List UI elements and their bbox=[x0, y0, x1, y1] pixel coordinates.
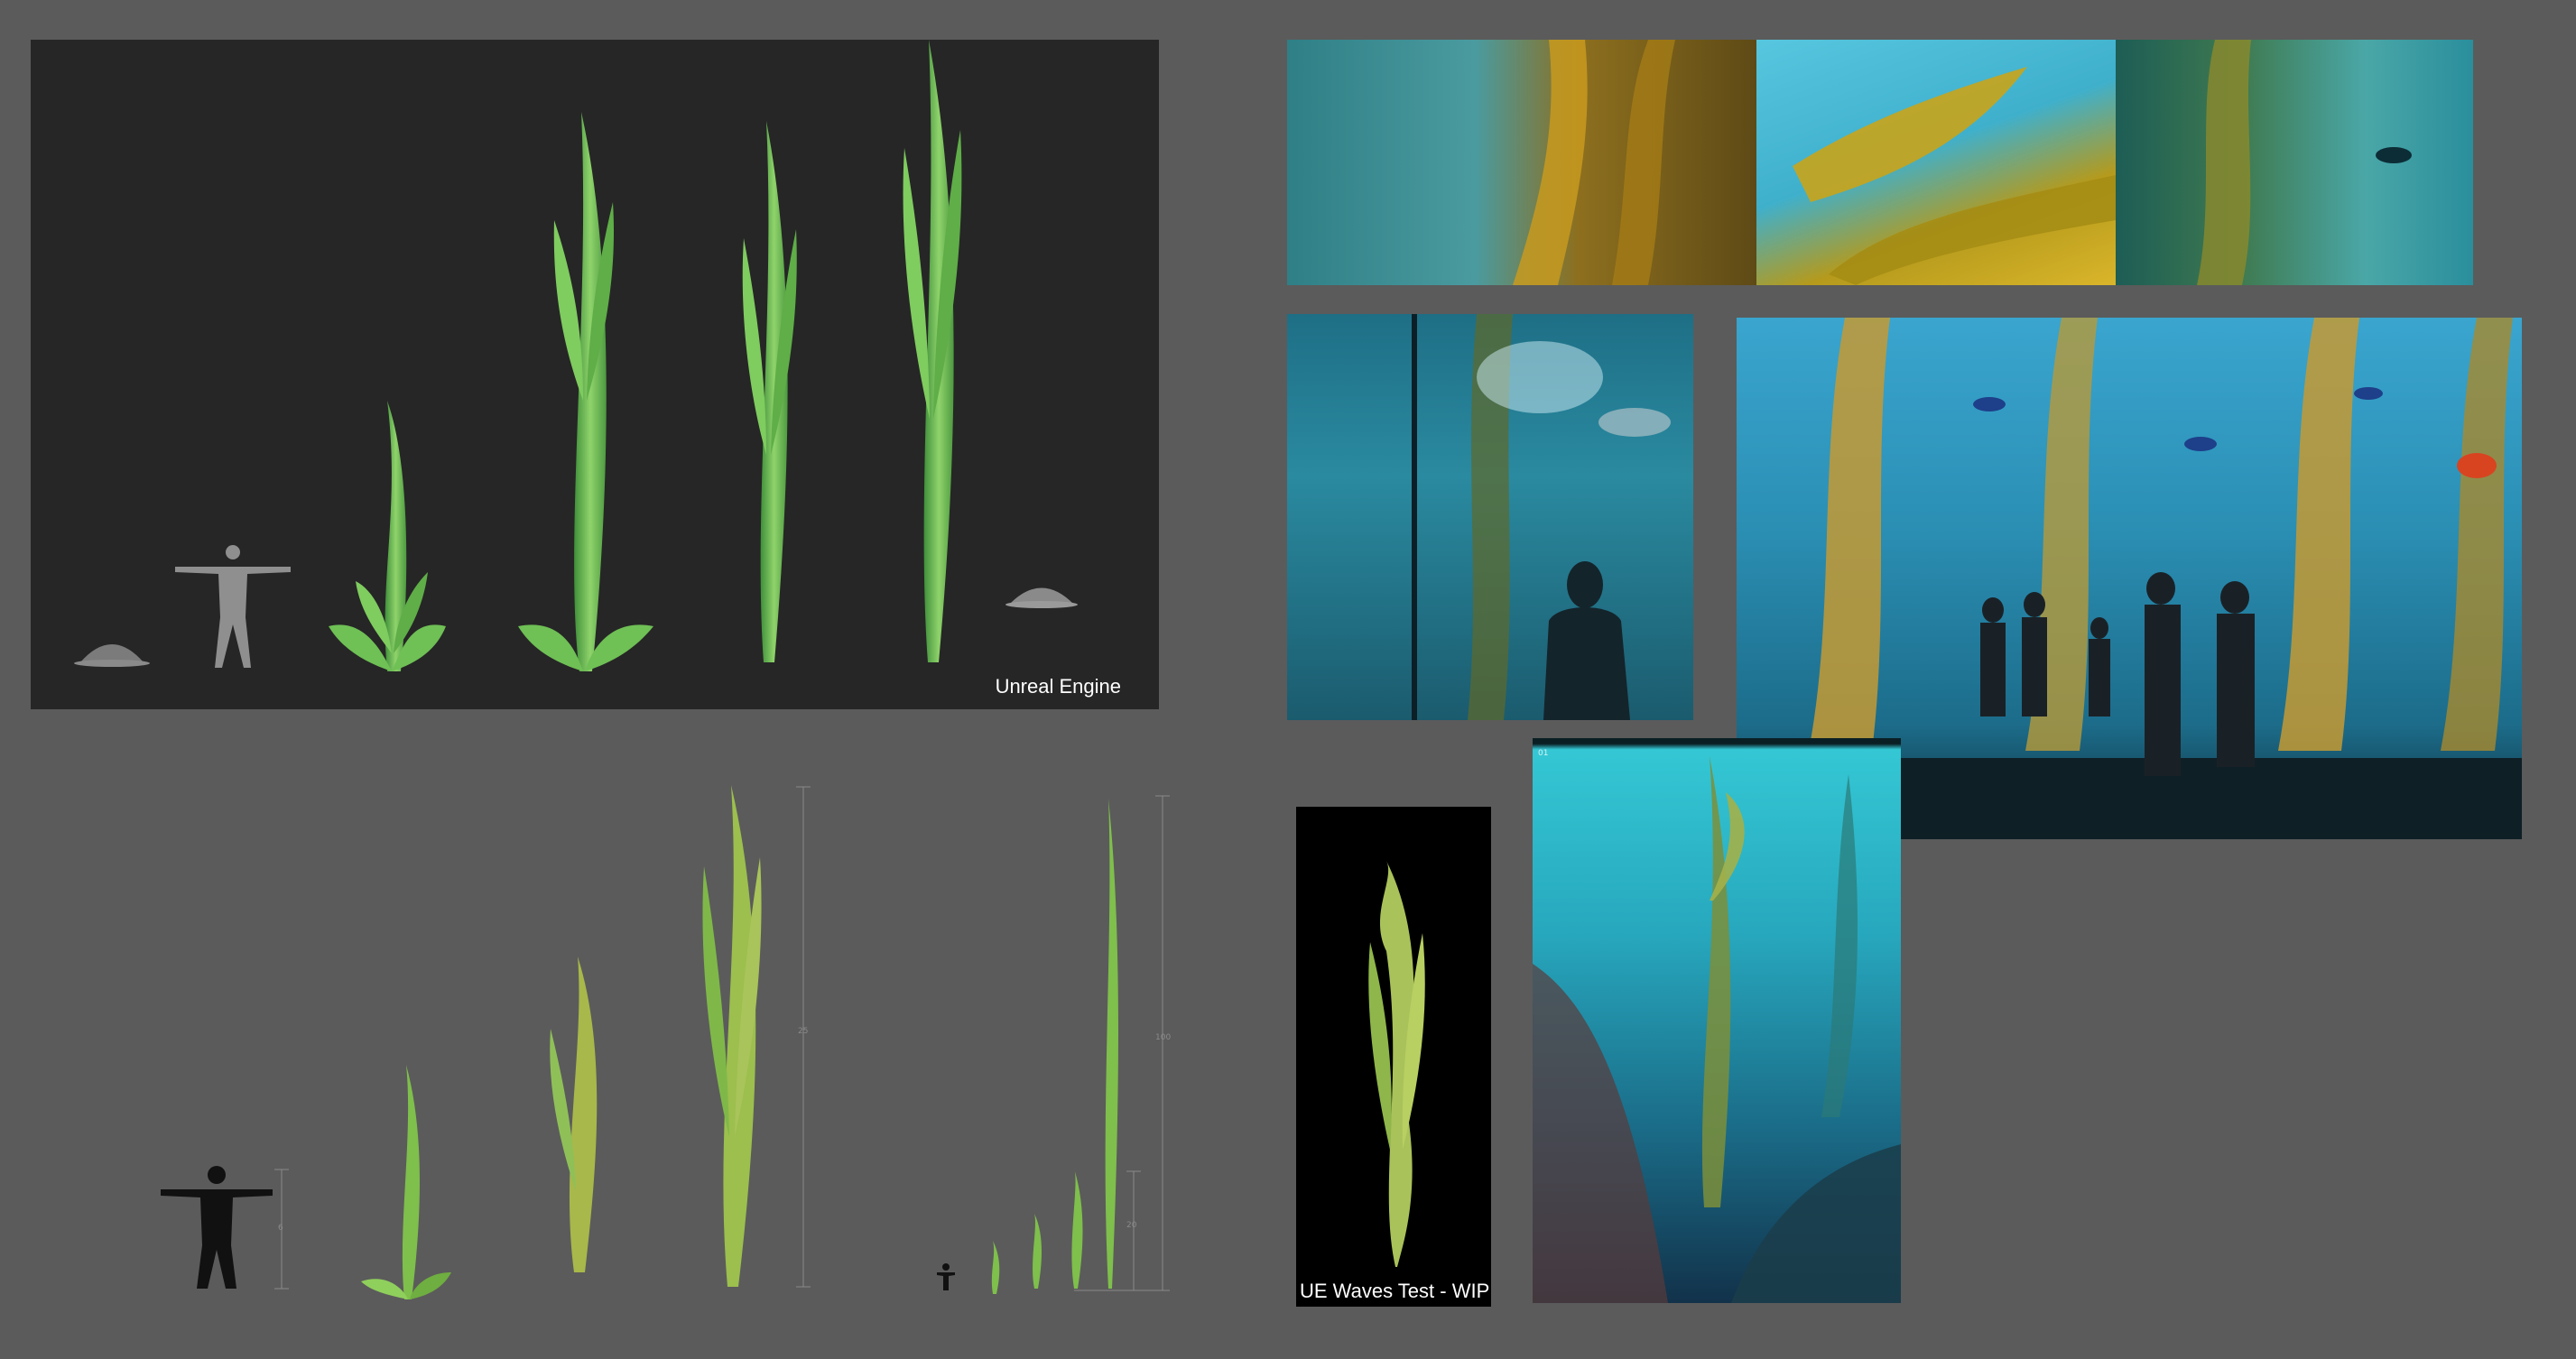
dimension-label-giant-total: 100 bbox=[1155, 1033, 1171, 1042]
kelp-model-tall bbox=[742, 121, 797, 662]
reference-photo-strip bbox=[1287, 40, 2473, 285]
kelp-stage-2 bbox=[550, 957, 598, 1272]
kelp-forest-photo bbox=[2116, 40, 2473, 285]
kelp-stage-3 bbox=[702, 785, 762, 1287]
ue-waves-test-label: UE Waves Test - WIP bbox=[1300, 1280, 1490, 1302]
unreal-engine-viewport: Unreal Engine bbox=[31, 40, 1159, 709]
kelp-model-giant bbox=[903, 40, 962, 662]
unreal-engine-label: Unreal Engine bbox=[995, 675, 1121, 698]
fish-silhouette bbox=[2376, 147, 2412, 163]
kelp-model-medium bbox=[518, 112, 653, 671]
visitor-silhouette bbox=[1543, 561, 1630, 720]
ue-waves-test-panel: UE Waves Test - WIP bbox=[1296, 807, 1491, 1307]
human-silhouette-small bbox=[937, 1263, 955, 1290]
kelp-stage-1 bbox=[361, 1065, 451, 1299]
dimension-line-giant bbox=[1074, 795, 1170, 1291]
family-silhouettes bbox=[1980, 572, 2255, 776]
rock-prop-left bbox=[74, 644, 150, 667]
human-scale-figure bbox=[175, 545, 291, 668]
dimension-label-human: 6 bbox=[278, 1224, 283, 1233]
dimension-label-tall: 25 bbox=[798, 1027, 808, 1036]
aquarium-photo-visitor bbox=[1287, 314, 1693, 720]
kelp-lineup-small bbox=[991, 799, 1118, 1294]
kelp-scale-sheet: 6 25 100 20 bbox=[0, 758, 1246, 1317]
underwater-concept-painting: 01 bbox=[1533, 738, 1901, 1303]
orange-fish bbox=[2457, 453, 2497, 478]
dimension-label-giant-lower: 20 bbox=[1126, 1221, 1137, 1230]
kelp-model-small bbox=[329, 401, 446, 671]
kelp-photo-golden-fronds bbox=[1287, 40, 1756, 285]
concept-frame-number: 01 bbox=[1538, 749, 1549, 758]
rock-prop-right bbox=[1005, 587, 1078, 608]
kelp-photo-closeup bbox=[1756, 40, 2116, 285]
human-silhouette bbox=[161, 1166, 273, 1289]
dimension-line-tall bbox=[796, 786, 811, 1288]
